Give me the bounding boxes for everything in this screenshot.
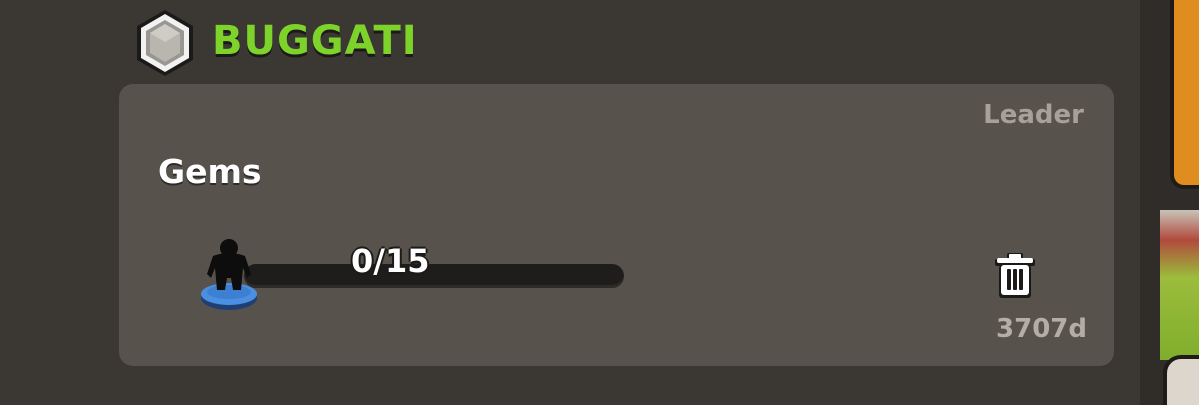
trash-icon[interactable] <box>991 250 1039 300</box>
clan-name[interactable]: BUGGATI <box>212 18 418 64</box>
clan-badge-icon[interactable] <box>134 8 196 78</box>
bottom-button-edge[interactable] <box>1163 355 1199 405</box>
member-name[interactable]: Gems <box>158 152 262 191</box>
member-card[interactable]: Leader Gems 0/15 3707d <box>119 84 1114 366</box>
troop-silhouette-icon <box>201 239 257 310</box>
clan-member-screen: BUGGATI Leader Gems 0/15 3707d <box>0 0 1199 405</box>
donation-progress-text: 0/15 <box>351 242 430 280</box>
orange-tab-edge[interactable] <box>1170 0 1199 189</box>
member-days: 3707d <box>996 314 1087 344</box>
donation-progress-track <box>244 264 624 288</box>
game-scene-edge <box>1160 210 1199 360</box>
member-role: Leader <box>983 100 1084 130</box>
